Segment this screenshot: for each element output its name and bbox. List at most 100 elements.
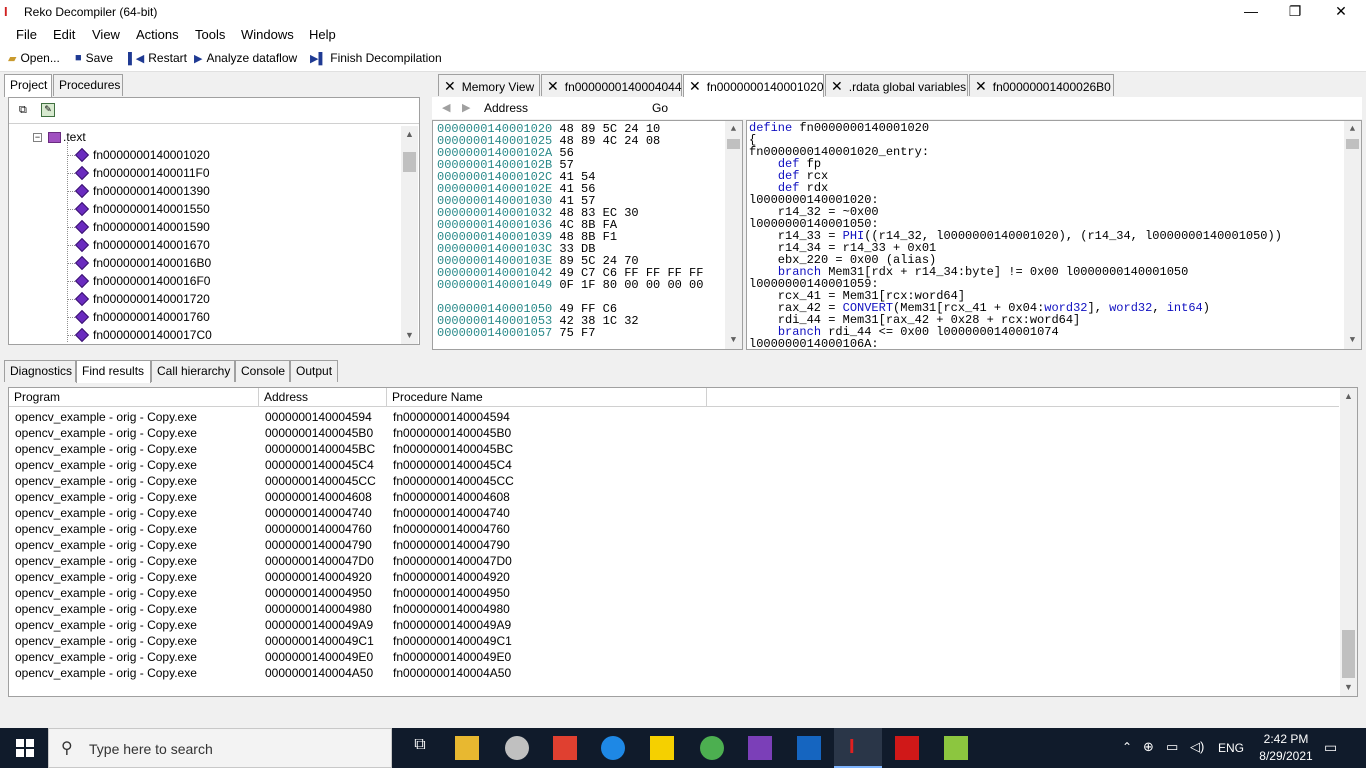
tab-diagnostics[interactable]: Diagnostics [4,360,76,382]
result-row[interactable]: opencv_example - orig - Copy.exe 00000001… [9,601,1339,617]
file-explorer-icon[interactable] [455,736,479,760]
paint-icon[interactable] [505,736,529,760]
result-row[interactable]: opencv_example - orig - Copy.exe 00000001… [9,633,1339,649]
disassembly-panel[interactable]: 0000000140001020 48 89 5C 24 10 000000014… [432,120,743,350]
open-button[interactable]: ▰ Open... [8,51,60,65]
tab-procedures[interactable]: Procedures [53,74,123,96]
disasm-line[interactable]: 0000000140001049 0F 1F 80 00 00 00 00 [437,279,703,291]
menu-windows[interactable]: Windows [241,27,294,42]
tree-section-text[interactable]: − .text [33,130,86,144]
scroll-up-icon[interactable]: ▲ [725,121,742,138]
tree-item-procedure[interactable]: fn00000001400017C0 [67,326,212,344]
menu-tools[interactable]: Tools [195,27,225,42]
result-row[interactable]: opencv_example - orig - Copy.exe 00000001… [9,585,1339,601]
tab-fn-1020[interactable]: ✕ fn0000000140001020 [683,74,824,97]
finish-decompilation-button[interactable]: ▶▌ Finish Decompilation [310,51,442,65]
column-address[interactable]: Address [259,388,387,406]
scroll-thumb[interactable] [403,152,416,172]
collapse-toggle-icon[interactable]: − [33,132,42,142]
tab-output[interactable]: Output [290,360,338,382]
result-row[interactable]: opencv_example - orig - Copy.exe 00000001… [9,569,1339,585]
result-row[interactable]: opencv_example - orig - Copy.exe 00000001… [9,665,1339,681]
language-indicator[interactable]: ENG [1218,741,1244,755]
menu-help[interactable]: Help [309,27,336,42]
tab-project[interactable]: Project [4,74,52,97]
menu-file[interactable]: File [16,27,37,42]
notifications-icon[interactable]: ▭ [1324,739,1337,756]
powershell-icon[interactable] [797,736,821,760]
back-arrow-icon[interactable]: ◀ [442,101,450,114]
restart-button[interactable]: ▌◀ Restart [128,51,187,65]
close-tab-icon[interactable]: ✕ [444,78,456,94]
close-tab-icon[interactable]: ✕ [975,78,987,94]
scroll-down-icon[interactable]: ▼ [725,332,742,349]
reko-taskbar-item[interactable]: I [834,728,882,768]
scroll-thumb[interactable] [727,139,740,149]
tree-item-procedure[interactable]: fn0000000140001720 [67,290,210,308]
result-row[interactable]: opencv_example - orig - Copy.exe 00000001… [9,537,1339,553]
tree-scrollbar[interactable]: ▲ ▼ [401,126,418,344]
tree-item-procedure[interactable]: fn00000001400016F0 [67,272,210,290]
column-program[interactable]: Program [9,388,259,406]
clock-date[interactable]: 8/29/2021 [1254,749,1318,763]
result-row[interactable]: opencv_example - orig - Copy.exe 00000001… [9,617,1339,633]
sticky-notes-icon[interactable] [650,736,674,760]
close-tab-icon[interactable]: ✕ [689,78,701,94]
result-row[interactable]: opencv_example - orig - Copy.exe 00000001… [9,521,1339,537]
windows-start-icon[interactable] [16,739,34,757]
result-row[interactable]: opencv_example - orig - Copy.exe 00000001… [9,473,1339,489]
edge-browser-icon[interactable] [601,736,625,760]
result-row[interactable]: opencv_example - orig - Copy.exe 00000001… [9,425,1339,441]
close-button[interactable]: ✕ [1318,0,1364,24]
close-tab-icon[interactable]: ✕ [831,78,843,94]
tab-rdata-globals[interactable]: ✕ .rdata global variables [825,74,968,96]
tree-item-procedure[interactable]: fn00000001400011F0 [67,164,210,182]
show-hidden-icons-icon[interactable]: ⌃ [1122,740,1132,754]
battery-icon[interactable]: ▭ [1166,739,1178,755]
results-scrollbar[interactable]: ▲ ▼ [1340,388,1357,696]
disasm-line[interactable]: 0000000140001057 75 F7 [437,327,595,339]
scroll-down-icon[interactable]: ▼ [401,327,418,344]
tree-item-procedure[interactable]: fn0000000140001390 [67,182,210,200]
menu-edit[interactable]: Edit [53,27,75,42]
taskbar-search-box[interactable]: ⚲ Type here to search [48,728,392,768]
task-view-icon[interactable]: ⧉ [408,736,432,760]
tab-memory-view[interactable]: ✕ Memory View [438,74,540,96]
tree-item-procedure[interactable]: fn0000000140001590 [67,218,210,236]
result-row[interactable]: opencv_example - orig - Copy.exe 00000001… [9,441,1339,457]
tab-fn-4044[interactable]: ✕ fn0000000140004044 [541,74,682,96]
visual-studio-icon[interactable] [748,736,772,760]
clock-time[interactable]: 2:42 PM [1260,732,1312,746]
scroll-up-icon[interactable]: ▲ [1340,388,1357,405]
close-tab-icon[interactable]: ✕ [547,78,559,94]
disasm-address[interactable]: 0000000140001049 [437,278,552,292]
result-row[interactable]: opencv_example - orig - Copy.exe 00000001… [9,457,1339,473]
forward-arrow-icon[interactable]: ▶ [462,101,470,114]
scroll-up-icon[interactable]: ▲ [401,126,418,143]
decompiled-code-panel[interactable]: define fn0000000140001020{fn000000014000… [746,120,1362,350]
tab-fn-26b0[interactable]: ✕ fn00000001400026B0 [969,74,1114,96]
scroll-up-icon[interactable]: ▲ [1344,121,1361,138]
scroll-down-icon[interactable]: ▼ [1340,679,1357,696]
result-row[interactable]: opencv_example - orig - Copy.exe 00000001… [9,505,1339,521]
disasm-scrollbar[interactable]: ▲ ▼ [725,121,742,349]
save-button[interactable]: ■ Save [75,51,113,65]
acrobat-icon[interactable] [895,736,919,760]
scroll-thumb[interactable] [1346,139,1359,149]
analyze-dataflow-button[interactable]: ▶ Analyze dataflow [194,51,297,65]
properties-icon[interactable]: ✎ [41,103,55,117]
scroll-thumb[interactable] [1342,630,1355,678]
go-button[interactable]: Go [652,101,668,115]
result-row[interactable]: opencv_example - orig - Copy.exe 00000001… [9,649,1339,665]
tree-item-procedure[interactable]: fn0000000140001670 [67,236,210,254]
tab-call-hierarchy[interactable]: Call hierarchy [151,360,235,382]
code-scrollbar[interactable]: ▲ ▼ [1344,121,1361,349]
result-row[interactable]: opencv_example - orig - Copy.exe 00000001… [9,409,1339,425]
tab-find-results[interactable]: Find results [76,360,151,383]
code-line[interactable]: define fn0000000140001020 [749,122,929,134]
scroll-down-icon[interactable]: ▼ [1344,332,1361,349]
minimize-button[interactable]: — [1228,0,1274,24]
network-icon[interactable]: ⊕ [1143,739,1154,755]
code-line[interactable]: l000000014000106A: [749,338,879,349]
tree-item-procedure[interactable]: fn0000000140001020 [67,146,210,164]
